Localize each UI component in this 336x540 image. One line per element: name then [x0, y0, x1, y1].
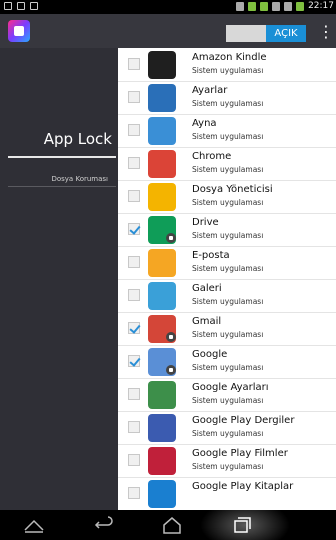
app-subtitle: Sistem uygulaması	[192, 396, 264, 405]
lock-checkbox[interactable]	[128, 190, 140, 202]
lock-checkbox[interactable]	[128, 256, 140, 268]
lock-checkbox[interactable]	[128, 421, 140, 433]
clock: 22:17	[308, 1, 334, 11]
battery-icon	[296, 1, 305, 11]
settings-gear-icon	[148, 84, 176, 112]
app-subtitle: Sistem uygulaması	[192, 264, 264, 273]
app-name: Gmail	[192, 316, 222, 327]
play-magazines-icon	[148, 414, 176, 442]
lock-badge-icon	[166, 332, 176, 342]
app-subtitle: Sistem uygulaması	[192, 198, 264, 207]
notification-icon	[17, 2, 25, 10]
status-bar: 22:17	[0, 0, 336, 14]
screen: 22:17 AÇIK ⋮ App Lock Dosya Koruması Ama…	[0, 0, 336, 540]
lock-checkbox[interactable]	[128, 289, 140, 301]
app-name: Ayarlar	[192, 85, 228, 96]
back-icon[interactable]	[90, 516, 114, 534]
lock-badge-icon	[166, 233, 176, 243]
app-subtitle: Sistem uygulaması	[192, 165, 264, 174]
folder-icon	[148, 183, 176, 211]
app-name: Amazon Kindle	[192, 52, 267, 63]
battery-charging-icon	[260, 1, 269, 11]
kindle-icon	[148, 51, 176, 79]
app-name: Galeri	[192, 283, 222, 294]
bluetooth-icon	[236, 1, 245, 11]
chrome-icon	[148, 150, 176, 178]
app-row[interactable]: Gmail Sistem uygulaması	[118, 312, 336, 346]
app-lock-logo-icon[interactable]	[8, 20, 30, 42]
app-row[interactable]: Ayarlar Sistem uygulaması	[118, 81, 336, 115]
mirror-icon	[148, 117, 176, 145]
app-lock-toggle[interactable]: AÇIK	[226, 25, 306, 42]
app-name: Google Ayarları	[192, 382, 269, 393]
app-subtitle: Sistem uygulaması	[192, 231, 264, 240]
play-movies-icon	[148, 447, 176, 475]
app-subtitle: Sistem uygulaması	[192, 363, 264, 372]
download-icon	[248, 1, 257, 11]
lock-checkbox[interactable]	[128, 157, 140, 169]
lock-checkbox[interactable]	[128, 322, 140, 334]
app-row[interactable]: Dosya Yöneticisi Sistem uygulaması	[118, 180, 336, 214]
app-name: E-posta	[192, 250, 230, 261]
lock-checkbox[interactable]	[128, 454, 140, 466]
lock-badge-icon	[166, 365, 176, 375]
app-row[interactable]: Galeri Sistem uygulaması	[118, 279, 336, 313]
lock-checkbox[interactable]	[128, 487, 140, 499]
app-name: Chrome	[192, 151, 232, 162]
app-name: Google Play Filmler	[192, 448, 288, 459]
app-subtitle: Sistem uygulaması	[192, 462, 264, 471]
sync-icon	[272, 1, 281, 11]
nav-item-file-protection[interactable]: Dosya Koruması	[0, 175, 108, 183]
app-row[interactable]: Drive Sistem uygulaması	[118, 213, 336, 247]
nav-divider	[8, 186, 116, 187]
app-name: Google Play Dergiler	[192, 415, 295, 426]
hide-keyboard-icon[interactable]	[22, 516, 46, 534]
play-books-icon	[148, 480, 176, 508]
usb-icon	[4, 2, 12, 10]
app-name: Google	[192, 349, 228, 360]
overflow-menu-icon[interactable]: ⋮	[318, 24, 334, 42]
lock-checkbox[interactable]	[128, 223, 140, 235]
app-row[interactable]: E-posta Sistem uygulaması	[118, 246, 336, 280]
image-icon	[30, 2, 38, 10]
gallery-icon	[148, 282, 176, 310]
lock-checkbox[interactable]	[128, 124, 140, 136]
app-list: Amazon Kindle Sistem uygulaması Ayarlar Sis…	[118, 48, 336, 510]
action-bar: AÇIK ⋮	[0, 14, 336, 48]
app-row[interactable]: Google Sistem uygulaması	[118, 345, 336, 379]
email-envelope-icon	[148, 249, 176, 277]
app-row[interactable]: Ayna Sistem uygulaması	[118, 114, 336, 148]
lock-checkbox[interactable]	[128, 58, 140, 70]
google-settings-icon	[148, 381, 176, 409]
app-row[interactable]: Chrome Sistem uygulaması	[118, 147, 336, 181]
wifi-icon	[284, 1, 293, 11]
app-subtitle: Sistem uygulaması	[192, 429, 264, 438]
nav-title-underline	[8, 156, 116, 158]
app-subtitle: Sistem uygulaması	[192, 66, 264, 75]
lock-checkbox[interactable]	[128, 91, 140, 103]
app-row[interactable]: Google Play Filmler Sistem uygulaması	[118, 444, 336, 478]
app-row[interactable]: Amazon Kindle Sistem uygulaması	[118, 48, 336, 82]
app-subtitle: Sistem uygulaması	[192, 297, 264, 306]
app-subtitle: Sistem uygulaması	[192, 132, 264, 141]
app-row[interactable]: Google Ayarları Sistem uygulaması	[118, 378, 336, 412]
app-name: Ayna	[192, 118, 217, 129]
app-name: Dosya Yöneticisi	[192, 184, 273, 195]
app-name: Drive	[192, 217, 219, 228]
app-name: Google Play Kitaplar	[192, 481, 294, 492]
home-icon[interactable]	[160, 516, 184, 534]
app-row[interactable]: Google Play Dergiler Sistem uygulaması	[118, 411, 336, 445]
lock-checkbox[interactable]	[128, 355, 140, 367]
toggle-on-label: AÇIK	[266, 25, 306, 42]
nav-title: App Lock	[43, 130, 112, 148]
app-subtitle: Sistem uygulaması	[192, 99, 264, 108]
app-subtitle: Sistem uygulaması	[192, 330, 264, 339]
lock-checkbox[interactable]	[128, 388, 140, 400]
